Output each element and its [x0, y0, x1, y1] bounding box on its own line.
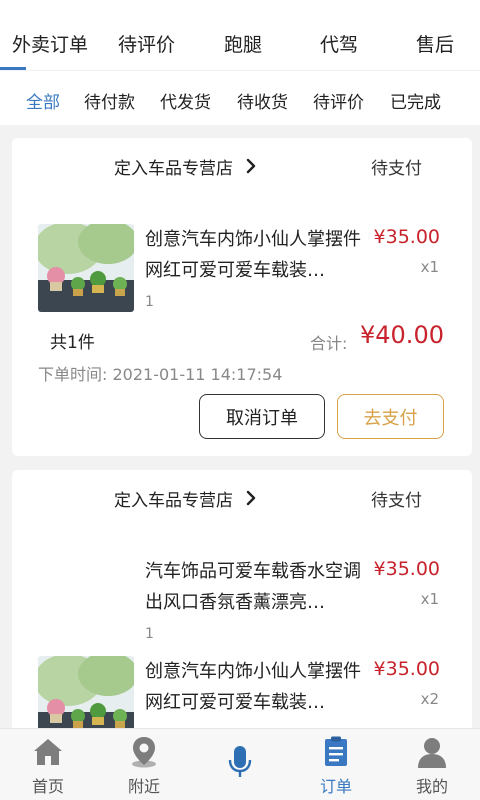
order-item[interactable]: 创意汽车内饰小仙人掌摆件网红可爱可爱车载装… ¥35.00 x1 1	[12, 224, 472, 324]
product-title[interactable]: 创意汽车内饰小仙人掌摆件网红可爱可爱车载装…	[145, 656, 373, 718]
product-title[interactable]: 汽车饰品可爱车载香水空调出风口香氛香薰漂亮…	[145, 556, 373, 618]
product-price: ¥35.00	[373, 558, 440, 580]
order-card[interactable]: 定入车品专营店 待支付 汽车饰品可爱车载香水空调出风口香氛香薰漂亮… ¥35.0…	[12, 470, 472, 770]
order-type-tabs: 外卖订单 待评价 跑腿 代驾 售后	[0, 0, 480, 70]
shop-name[interactable]: 定入车品专营店	[114, 154, 233, 179]
order-item[interactable]: 汽车饰品可爱车载香水空调出风口香氛香薰漂亮… ¥35.00 x1 1	[12, 556, 472, 656]
location-pin-icon	[132, 737, 156, 768]
order-card[interactable]: 定入车品专营店 待支付 创意汽车内饰小仙人掌摆件网红可爱可爱车载装… ¥35.0…	[12, 138, 472, 456]
nav-nearby[interactable]: 附近	[96, 729, 192, 800]
product-quantity: x2	[420, 690, 439, 708]
tab-designated-driver[interactable]: 代驾	[320, 30, 358, 57]
product-price: ¥35.00	[373, 226, 440, 248]
nav-label: 订单	[319, 777, 352, 796]
bottom-navigation: 首页 附近 订单 我的	[0, 728, 480, 800]
subtab-completed[interactable]: 已完成	[390, 88, 441, 113]
product-spec: 1	[145, 294, 154, 310]
subtab-pending-review[interactable]: 待评价	[313, 88, 364, 113]
pay-button[interactable]: 去支付	[337, 394, 444, 439]
nav-profile[interactable]: 我的	[384, 729, 480, 800]
shop-name[interactable]: 定入车品专营店	[114, 486, 233, 511]
product-quantity: x1	[420, 590, 439, 608]
chevron-right-icon[interactable]	[244, 490, 258, 506]
chevron-right-icon[interactable]	[244, 158, 258, 174]
product-thumbnail[interactable]	[38, 224, 134, 312]
product-spec: 1	[145, 626, 154, 642]
shop-header[interactable]: 定入车品专营店 待支付	[12, 154, 472, 179]
total-label: 合计:	[310, 334, 348, 353]
subtab-all[interactable]: 全部	[26, 88, 60, 113]
tab-errand[interactable]: 跑腿	[224, 30, 262, 57]
home-icon	[34, 739, 62, 765]
order-status: 待支付	[371, 159, 422, 179]
product-price: ¥35.00	[373, 658, 440, 680]
tab-to-review[interactable]: 待评价	[118, 30, 175, 57]
subtab-pending-payment[interactable]: 待付款	[84, 88, 135, 113]
microphone-icon	[228, 746, 252, 777]
nav-orders[interactable]: 订单	[288, 729, 384, 800]
cancel-order-button[interactable]: 取消订单	[199, 394, 325, 439]
order-status: 待支付	[371, 491, 422, 511]
order-list-icon	[325, 736, 347, 766]
subtab-pending-shipment[interactable]: 代发货	[160, 88, 211, 113]
nav-label: 我的	[415, 777, 448, 796]
total-amount: ¥40.00	[360, 321, 444, 349]
nav-voice[interactable]	[192, 729, 288, 800]
product-quantity: x1	[420, 258, 439, 276]
nav-label: 附近	[127, 777, 160, 796]
item-count: 共1件	[50, 333, 95, 353]
subtab-pending-receipt[interactable]: 待收货	[237, 88, 288, 113]
user-icon	[418, 738, 446, 768]
shop-header[interactable]: 定入车品专营店 待支付	[12, 486, 472, 511]
nav-home[interactable]: 首页	[0, 729, 96, 800]
order-time: 下单时间: 2021-01-11 14:17:54	[38, 365, 283, 384]
nav-label: 首页	[31, 777, 64, 796]
tab-takeout-orders[interactable]: 外卖订单	[12, 30, 88, 57]
tab-after-sales[interactable]: 售后	[416, 30, 454, 57]
product-title[interactable]: 创意汽车内饰小仙人掌摆件网红可爱可爱车载装…	[145, 224, 373, 286]
order-status-tabs: 全部 待付款 代发货 待收货 待评价 已完成	[0, 70, 480, 125]
